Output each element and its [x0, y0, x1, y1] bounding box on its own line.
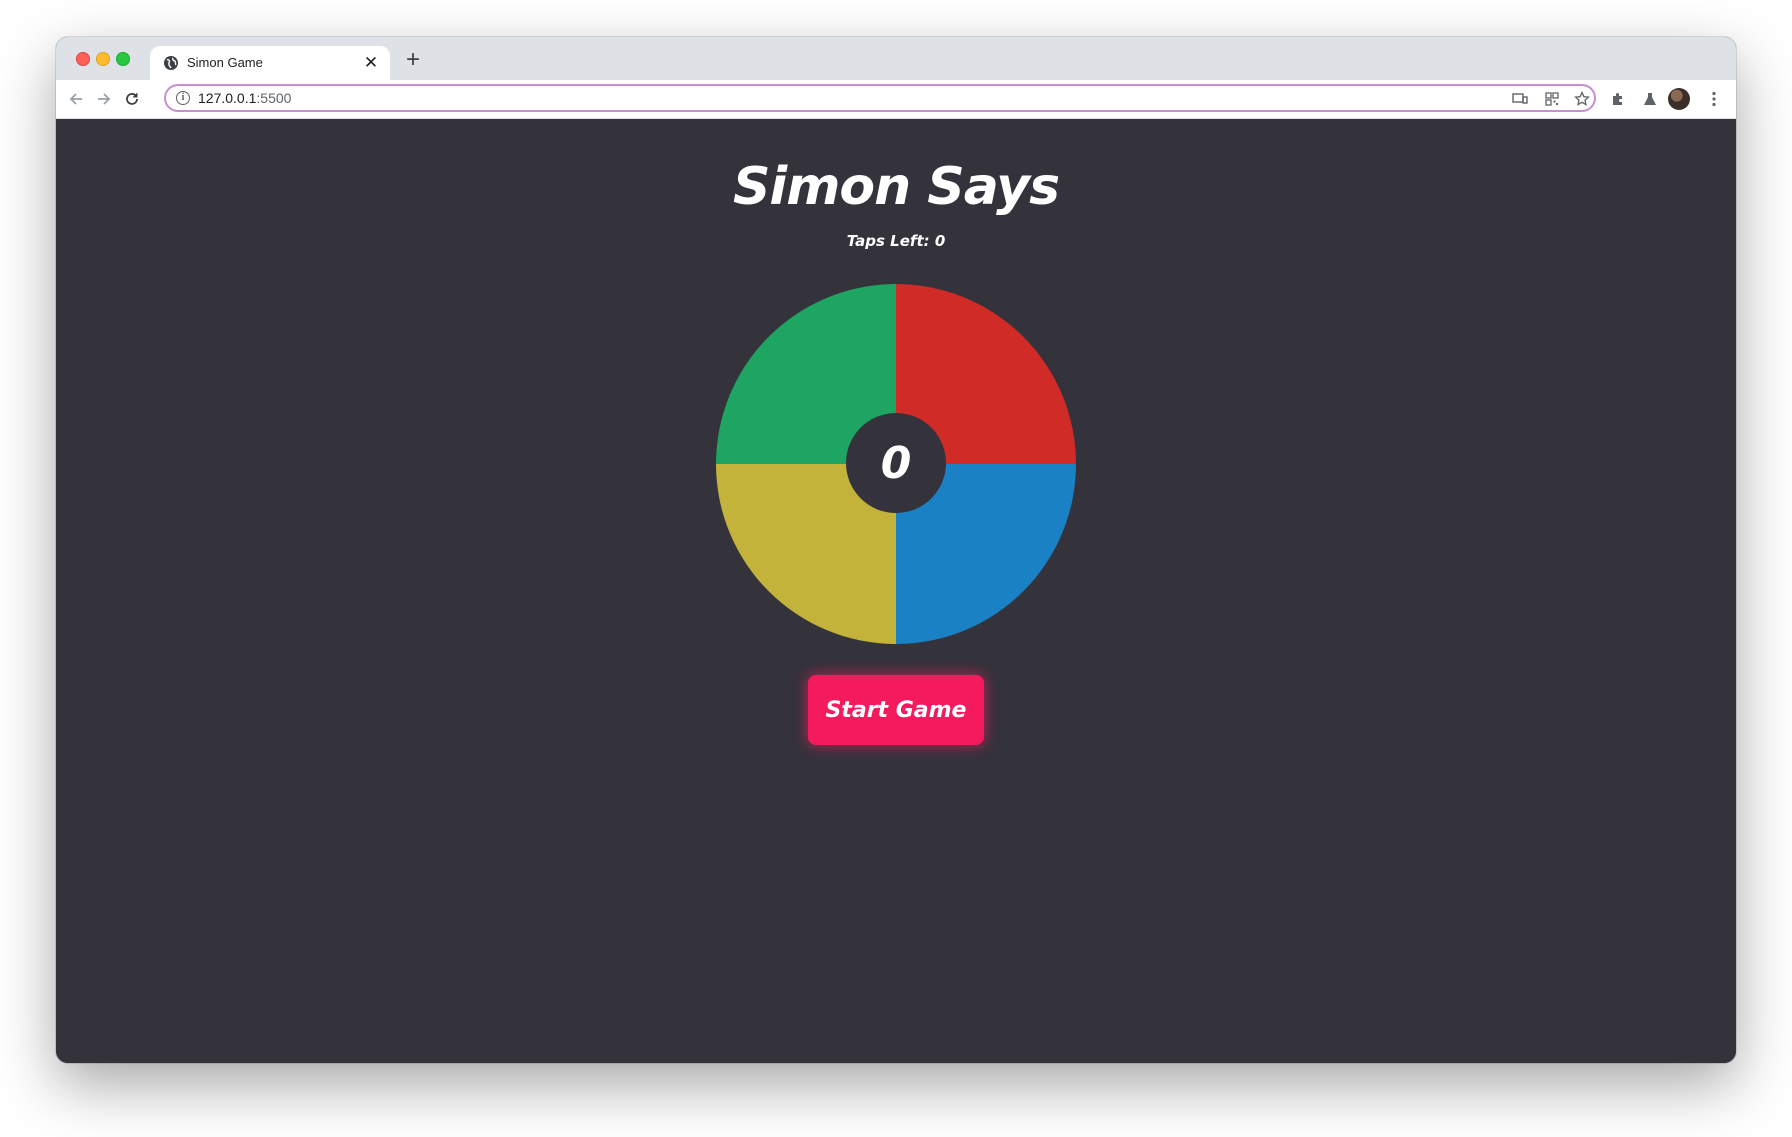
globe-icon — [164, 56, 178, 70]
back-arrow-icon[interactable] — [64, 87, 88, 111]
tab-simon-game[interactable]: Simon Game ✕ — [150, 46, 390, 80]
info-icon[interactable]: i — [176, 91, 190, 105]
url-text: 127.0.0.1:5500 — [198, 90, 291, 106]
close-window-button[interactable] — [76, 52, 90, 66]
new-tab-button[interactable]: + — [400, 48, 426, 74]
star-icon[interactable] — [1572, 89, 1592, 109]
qr-code-icon[interactable] — [1542, 89, 1562, 109]
score-display: 0 — [846, 413, 946, 513]
url-port: :5500 — [256, 90, 292, 106]
labs-flask-icon[interactable] — [1638, 87, 1662, 111]
forward-arrow-icon[interactable] — [92, 87, 116, 111]
zoom-window-button[interactable] — [116, 52, 130, 66]
more-menu-icon[interactable] — [1702, 87, 1726, 111]
browser-window: Simon Game ✕ + i 127.0.0.1:5500 Simon Sa… — [56, 37, 1736, 1063]
cast-icon[interactable] — [1510, 89, 1530, 109]
start-game-button[interactable]: Start Game — [808, 675, 984, 745]
address-bar[interactable]: i 127.0.0.1:5500 — [164, 84, 1596, 112]
page-title: Simon Says — [732, 157, 1060, 217]
taps-left-label: Taps Left: 0 — [846, 232, 946, 250]
minimize-window-button[interactable] — [96, 52, 110, 66]
url-host: 127.0.0.1 — [198, 90, 257, 106]
tab-bar: Simon Game ✕ + — [56, 37, 1736, 80]
browser-toolbar: i 127.0.0.1:5500 — [56, 80, 1736, 119]
tab-title: Simon Game — [187, 55, 263, 70]
profile-avatar[interactable] — [1668, 88, 1690, 110]
extensions-puzzle-icon[interactable] — [1606, 87, 1630, 111]
reload-icon[interactable] — [120, 87, 144, 111]
close-icon[interactable]: ✕ — [362, 54, 380, 72]
page-content: Simon Says Taps Left: 0 0 Start Game — [56, 119, 1736, 1063]
